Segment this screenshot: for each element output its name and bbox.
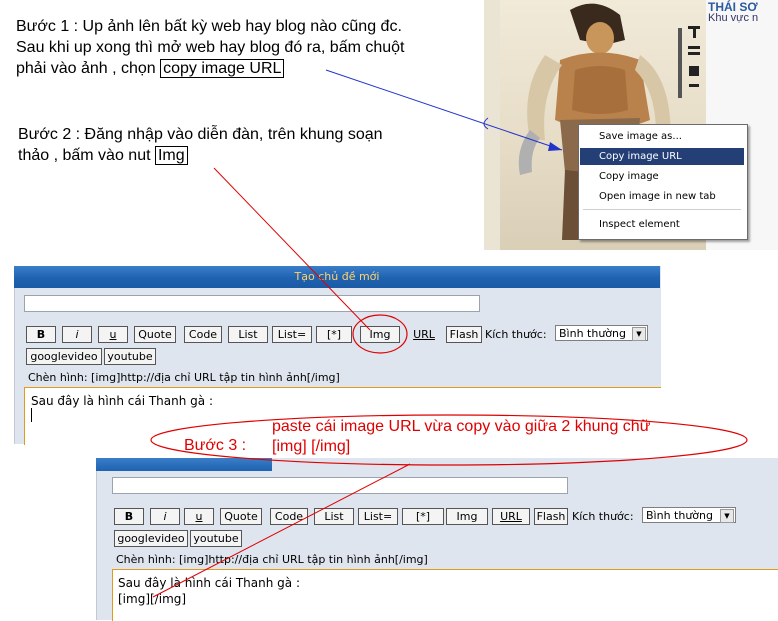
arrow-line-step1: [325, 69, 563, 151]
step3-text-line2: [img] [/img]: [272, 438, 351, 455]
step3-text: paste cái image URL vừa copy vào giữa 2 …: [272, 417, 650, 457]
arrow-head-icon: [548, 142, 562, 151]
step3-label: Bước 3 :: [184, 437, 247, 454]
arrow-line-step2: [213, 167, 371, 331]
img-button-highlight: [352, 314, 408, 354]
annotation-overlay: [150, 69, 748, 598]
arrow-line-step3: [152, 463, 411, 598]
step3-text-line1: paste cái image URL vừa copy vào giữa 2 …: [272, 418, 651, 435]
